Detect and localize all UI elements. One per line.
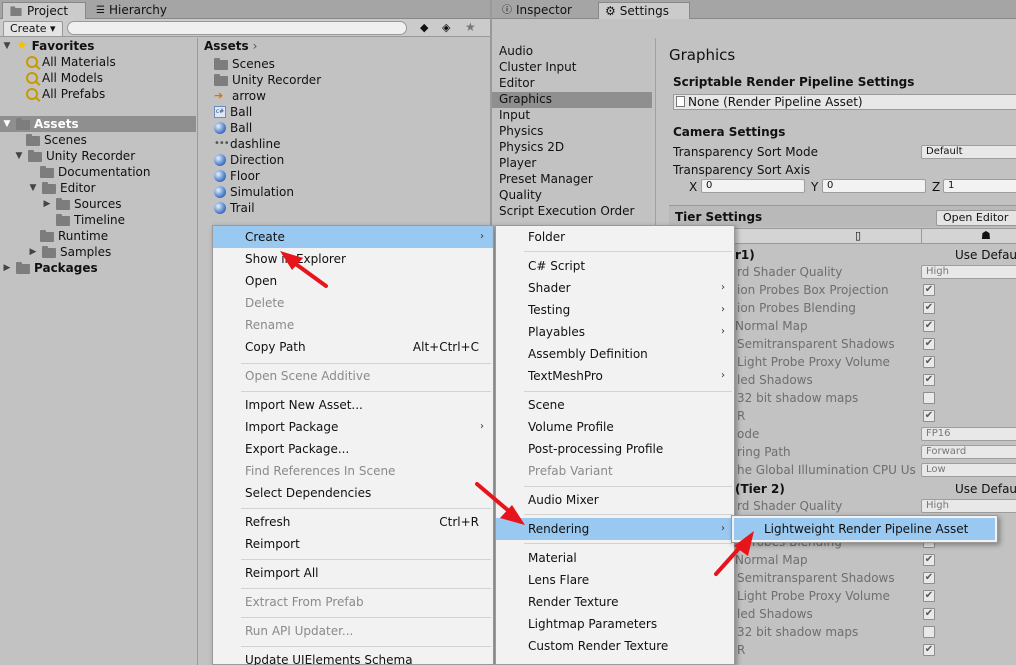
annotation-arrow-icon	[280, 251, 328, 288]
annotation-arrow-icon	[714, 531, 754, 576]
annotation-overlay	[280, 251, 754, 576]
annotation-arrow-icon	[475, 482, 525, 525]
